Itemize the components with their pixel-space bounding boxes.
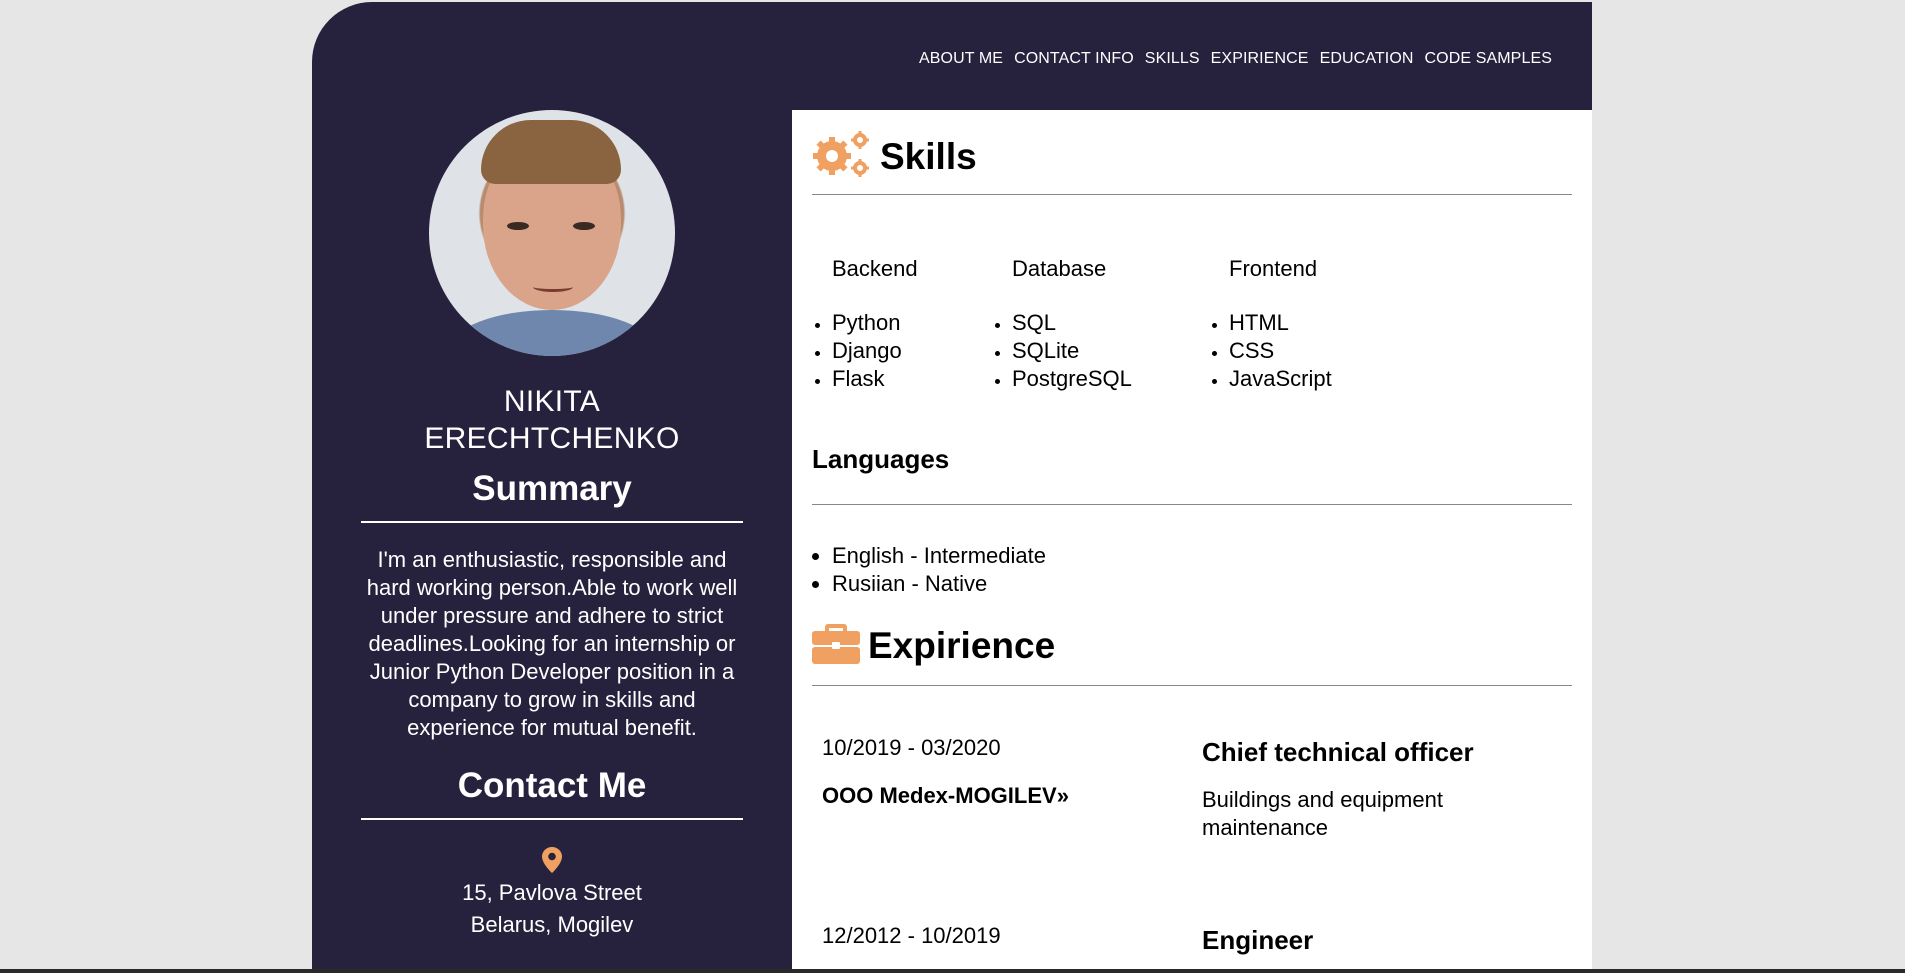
nav-skills[interactable]: SKILLS (1145, 50, 1200, 68)
list-item: SQL (1012, 309, 1229, 337)
languages-list: English - Intermediate Rusiian - Native (832, 542, 1046, 598)
divider (812, 685, 1572, 686)
column-heading: Database (1012, 256, 1107, 281)
column-heading: Backend (832, 256, 918, 281)
entry-role: Chief technical officer (1202, 737, 1474, 767)
skills-columns: Backend Python Django Flask Database SQL… (832, 256, 1429, 393)
entry-role: Engineer (1202, 925, 1314, 955)
entry-dates: 12/2012 - 10/2019 (822, 923, 1001, 948)
nav-experience[interactable]: EXPIRIENCE (1211, 50, 1309, 68)
briefcase-icon (812, 622, 860, 669)
map-pin-icon (542, 847, 562, 873)
window-bottom-edge (0, 969, 1905, 973)
divider (361, 818, 743, 820)
divider (812, 504, 1572, 505)
person-name: NIKITA ERECHTCHENKO (424, 385, 680, 455)
experience-heading: Expirience (868, 624, 1056, 666)
list-item: Flask (832, 365, 1012, 393)
list-item: Django (832, 337, 1012, 365)
summary-text: I'm an enthusiastic, responsible and har… (366, 547, 738, 740)
main-content: Skills Backend Python Django Flask Datab… (792, 110, 1592, 973)
list-item: Rusiian - Native (832, 570, 1046, 598)
contact-heading: Contact Me (457, 766, 647, 805)
divider (361, 521, 743, 523)
skills-column-database: Database SQL SQLite PostgreSQL (1012, 256, 1229, 393)
skills-column-backend: Backend Python Django Flask (832, 256, 1012, 393)
experience-section-title: Expirience (812, 622, 1055, 669)
nav-contact-info[interactable]: CONTACT INFO (1014, 50, 1134, 68)
list-item: Python (832, 309, 1012, 337)
languages-heading: Languages (812, 444, 950, 474)
list-item: PostgreSQL (1012, 365, 1229, 393)
entry-dates: 10/2019 - 03/2020 (822, 735, 1001, 760)
gears-icon (812, 130, 872, 183)
column-heading: Frontend (1229, 256, 1318, 281)
nav-about-me[interactable]: ABOUT ME (919, 50, 1003, 68)
summary-heading: Summary (472, 469, 632, 508)
list-item: English - Intermediate (832, 542, 1046, 570)
entry-description: Buildings and equipment maintenance (1202, 787, 1443, 840)
list-item: HTML (1229, 309, 1429, 337)
list-item: CSS (1229, 337, 1429, 365)
skills-section-title: Skills (812, 130, 977, 183)
sidebar: NIKITA ERECHTCHENKO Summary I'm an enthu… (312, 110, 792, 941)
list-item: JavaScript (1229, 365, 1429, 393)
skills-column-frontend: Frontend HTML CSS JavaScript (1229, 256, 1429, 393)
resume-page: ABOUT ME CONTACT INFO SKILLS EXPIRIENCE … (312, 2, 1592, 973)
nav-education[interactable]: EDUCATION (1320, 50, 1414, 68)
nav-code-samples[interactable]: CODE SAMPLES (1425, 50, 1552, 68)
address: 15, Pavlova Street Belarus, Mogilev (462, 880, 642, 937)
list-item: SQLite (1012, 337, 1229, 365)
entry-company: OOO Medex-MOGILEV» (822, 783, 1069, 808)
divider (812, 194, 1572, 195)
skills-heading: Skills (880, 135, 977, 177)
avatar (429, 110, 675, 356)
top-nav: ABOUT ME CONTACT INFO SKILLS EXPIRIENCE … (919, 50, 1552, 68)
